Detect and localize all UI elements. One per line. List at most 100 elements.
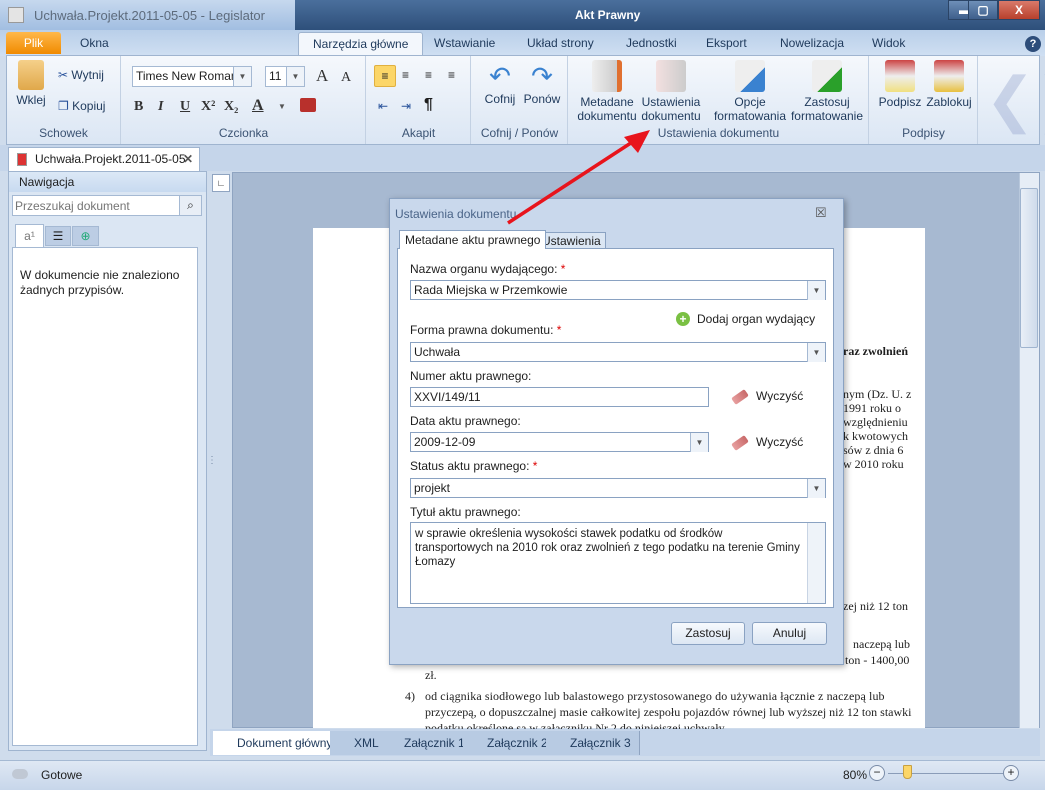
list-number: 4) [405,689,415,703]
form-value: Uchwała [414,345,461,359]
page-text: zł. [425,668,437,682]
textarea-scrollbar[interactable] [807,523,825,603]
tab-stop-icon[interactable]: ∟ [212,174,230,192]
metadata-button[interactable]: Metadane dokumentu [576,60,638,123]
underline-button[interactable]: U [180,99,190,115]
font-size-value: 11 [269,69,282,83]
page-text: sów z dnia 6 [843,443,904,457]
zoom-out-button[interactable]: − [869,765,885,781]
links-tab-icon[interactable]: ⊕ [72,226,99,246]
page-text: 1991 roku o [843,401,901,415]
splitter-handle[interactable]: ⋮ [207,455,217,466]
group-label: Czcionka [218,126,269,140]
cancel-button[interactable]: Anuluj [752,622,827,645]
group-label: Schowek [39,126,88,140]
italic-button[interactable]: I [158,99,163,115]
arrow-line [507,135,641,225]
binoculars-icon[interactable]: ⌕ [179,195,202,216]
help-icon[interactable]: ? [1025,36,1041,52]
close-icon[interactable]: ✕ [183,148,193,170]
paste-label: Wklej [16,93,46,107]
tab-layout[interactable]: Układ strony [513,32,608,56]
document-settings-button[interactable]: Ustawienia dokumentu [640,60,702,123]
status-select[interactable]: projekt ▼ [410,478,826,498]
subscript-button[interactable]: X₂ [224,99,238,115]
tab-home[interactable]: Narzędzia główne [298,32,424,56]
add-organ-button[interactable]: + Dodaj organ wydający [676,312,815,326]
tab-view[interactable]: Widok [858,32,919,56]
grow-font-icon[interactable]: A [316,66,328,86]
metadata-label: Metadane [580,95,634,109]
dialog-title: Ustawienia dokumentu [395,207,517,221]
lock-button[interactable]: Zablokuj [924,60,974,109]
date-picker[interactable]: 2009-12-09 ▼ [410,432,709,452]
redo-button[interactable]: ↷ Ponów [522,60,562,106]
lock-icon [934,60,964,92]
tab-units[interactable]: Jednostki [612,32,691,56]
number-input[interactable]: XXVI/149/11 [410,387,709,407]
apply-button[interactable]: Zastosuj [671,622,745,645]
page-text: ton - 1400,00 [845,653,910,667]
tab-attachment-3[interactable]: Załącznik 3 [546,731,640,755]
menu-windows[interactable]: Okna [66,32,123,56]
bold-button[interactable]: B [134,99,143,115]
clear-format-icon[interactable] [300,98,316,112]
font-color-button[interactable]: A [252,97,264,115]
scrollbar-thumb[interactable] [1020,188,1038,348]
footnotes-tab-icon[interactable]: a¹ [15,224,44,248]
font-family-select[interactable]: Times New Roman ▼ [132,66,252,87]
undo-icon: ↶ [489,61,511,91]
close-button[interactable]: X [998,0,1040,20]
shrink-font-icon[interactable]: A [341,70,351,86]
clear-date-button[interactable]: Wyczyść [731,434,803,451]
tab-insert[interactable]: Wstawianie [420,32,509,56]
form-label: Forma prawna dokumentu: * [410,323,562,337]
organ-value: Rada Miejska w Przemkowie [414,283,568,297]
tab-attachment-2[interactable]: Załącznik 2 [463,731,557,755]
format-options-button[interactable]: Opcje formatowania [712,60,788,123]
organ-select[interactable]: Rada Miejska w Przemkowie ▼ [410,280,826,300]
settings-tools-icon [656,60,686,92]
file-menu[interactable]: Plik [6,32,61,54]
page-text: względnieniu [843,415,908,429]
document-tab[interactable]: Uchwała.Projekt.2011-05-05 ✕ [8,147,200,171]
check-document-icon [812,60,842,92]
align-left-button[interactable]: ≡ [374,65,396,87]
maximize-button[interactable]: ▢ [968,0,998,20]
sign-button[interactable]: Podpisz [878,60,922,109]
decrease-indent-button[interactable]: ⇤ [378,99,388,113]
title-textarea[interactable]: w sprawie określenia wysokości stawek po… [410,522,826,604]
tab-settings[interactable]: Ustawienia [537,232,606,249]
chevron-down-icon: ▼ [807,343,825,362]
justify-button[interactable]: ≡ [448,68,455,82]
paste-button[interactable]: Wklej [12,60,50,107]
cut-button[interactable]: ✂ Wytnij [58,68,104,82]
font-family-value: Times New Roman [136,69,238,83]
search-input[interactable] [12,195,180,216]
tab-export[interactable]: Eksport [692,32,761,56]
tab-amendment[interactable]: Nowelizacja [766,32,858,56]
align-center-button[interactable]: ≡ [402,68,409,82]
tab-attachment-1[interactable]: Załącznik 1 [380,731,474,755]
undo-button[interactable]: ↶ Cofnij [482,60,518,106]
pilcrow-button[interactable]: ¶ [424,96,433,114]
copy-icon: ❐ [58,99,69,113]
zoom-slider-thumb[interactable] [903,765,912,779]
font-size-select[interactable]: 11 ▼ [265,66,305,87]
increase-indent-button[interactable]: ⇥ [401,99,411,113]
apply-format-button[interactable]: Zastosuj formatowanie [790,60,864,123]
dialog-close-icon[interactable]: ☒ [815,205,827,221]
form-select[interactable]: Uchwała ▼ [410,342,826,362]
superscript-button[interactable]: X² [201,99,215,115]
page-text: naczepą lub [853,637,910,651]
tab-main-document[interactable]: Dokument główny [213,731,342,755]
copy-button[interactable]: ❐ Kopiuj [58,99,105,113]
page-text: k kwotowych [843,429,908,443]
sign-label: Podpisz [878,95,922,109]
clear-number-button[interactable]: Wyczyść [731,388,803,405]
zoom-in-button[interactable]: + [1003,765,1019,781]
chevron-down-icon[interactable]: ▼ [278,102,286,111]
tab-metadata[interactable]: Metadane aktu prawnego [399,230,547,249]
align-right-button[interactable]: ≡ [425,68,432,82]
structure-tab-icon[interactable]: ☰ [45,226,71,246]
